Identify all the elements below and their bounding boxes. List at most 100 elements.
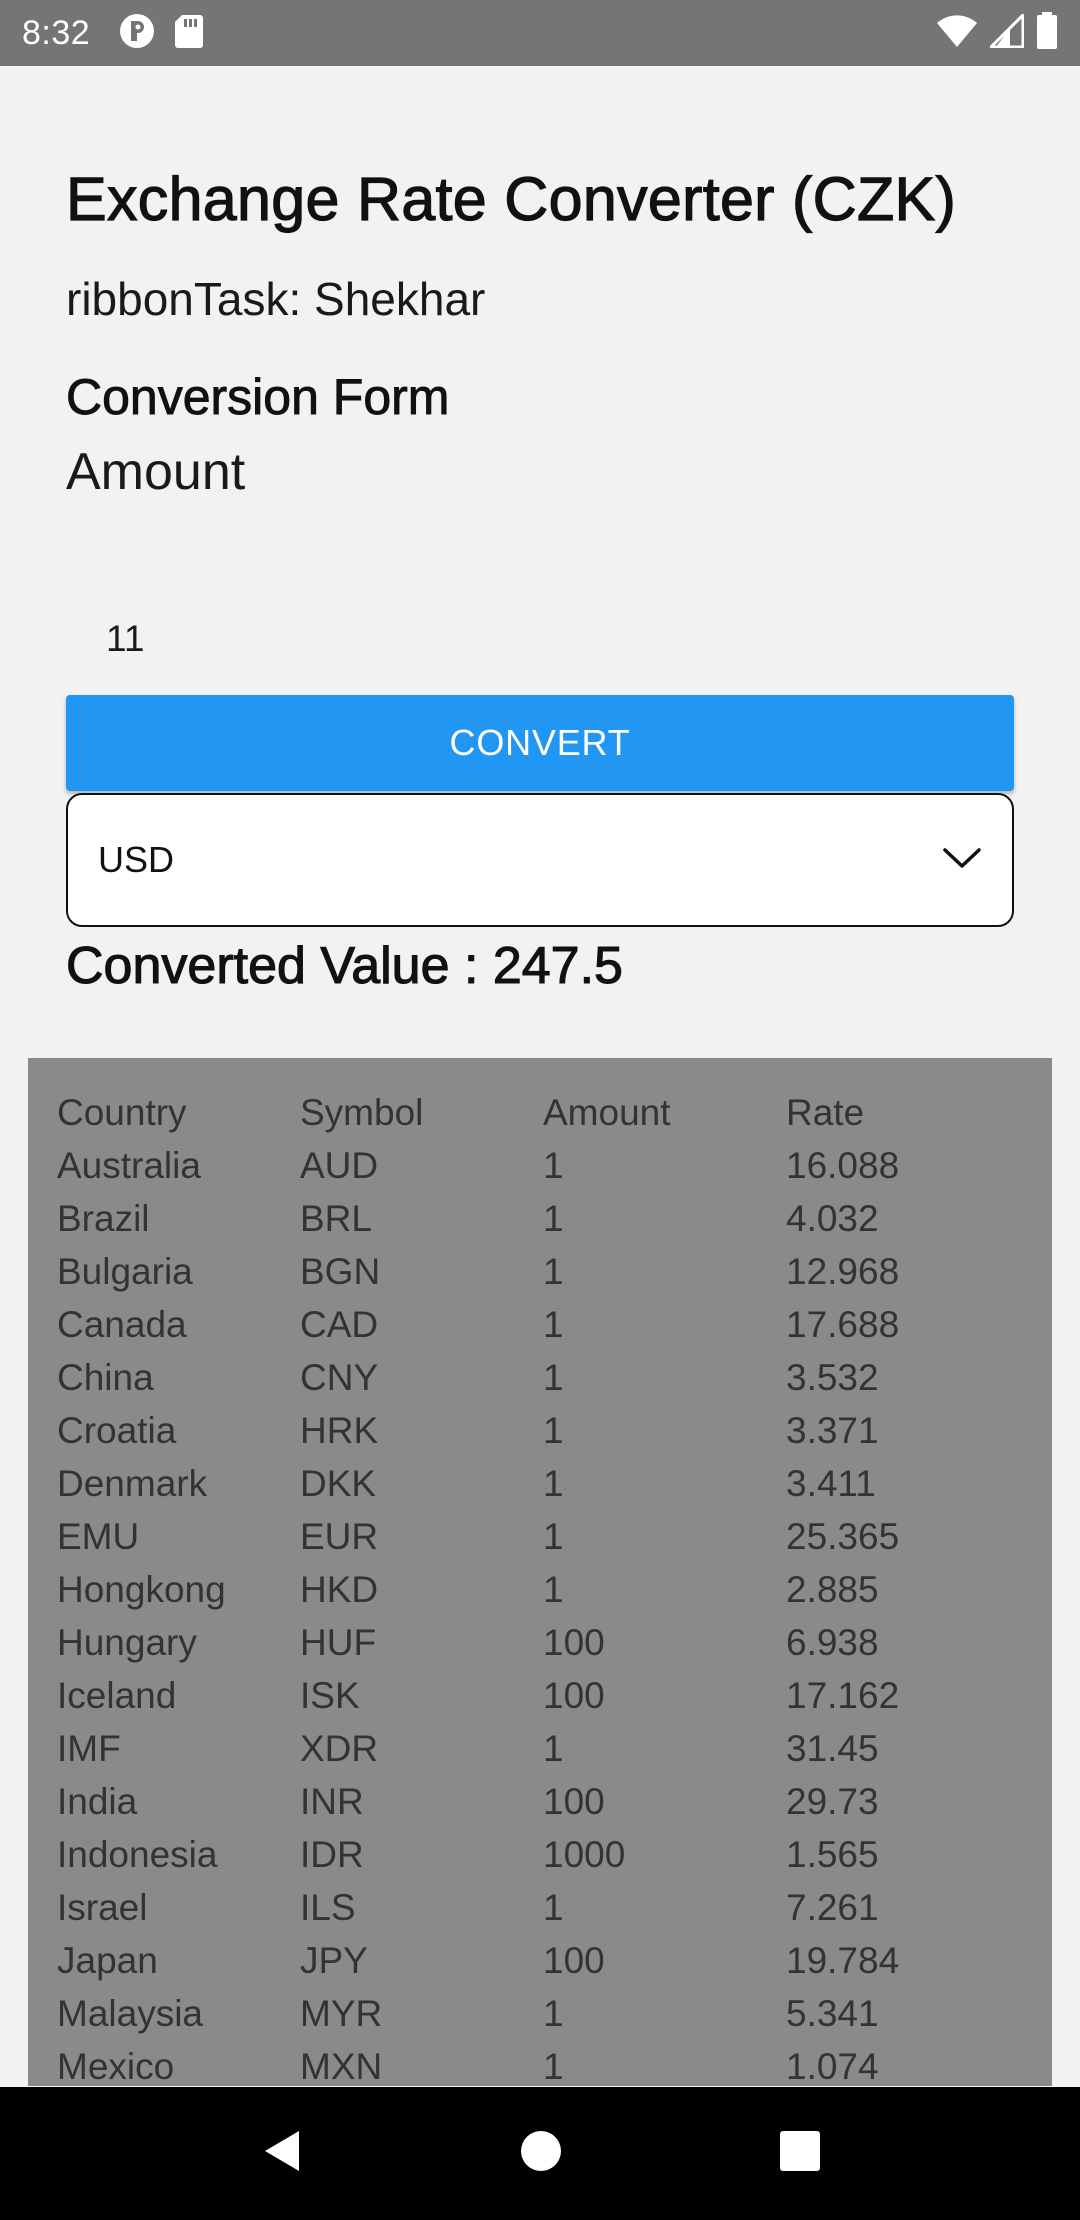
column-header-rate: Rate	[786, 1091, 865, 1133]
table-row: Hongkong HKD 1 2.885	[28, 1563, 1052, 1616]
cell-symbol: ILS	[300, 1886, 356, 1928]
table-row: Indonesia IDR 1000 1.565	[28, 1828, 1052, 1881]
cell-amount: 1	[543, 1992, 564, 2034]
table-row: India INR 100 29.73	[28, 1775, 1052, 1828]
table-header-row: Country Symbol Amount Rate	[28, 1086, 1052, 1139]
currency-dropdown[interactable]: USD	[66, 793, 1014, 927]
cell-rate: 19.784	[786, 1939, 900, 1981]
amount-input[interactable]	[66, 606, 1014, 672]
cell-symbol: DKK	[300, 1462, 377, 1504]
column-header-symbol: Symbol	[300, 1091, 424, 1133]
cell-country: Mexico	[57, 2045, 175, 2087]
cell-symbol: BRL	[300, 1197, 372, 1239]
cell-amount: 100	[543, 1621, 605, 1663]
cell-symbol: BGN	[300, 1250, 381, 1292]
cell-country: IMF	[57, 1727, 121, 1769]
cell-country: Indonesia	[57, 1833, 218, 1875]
cell-country: Canada	[57, 1303, 187, 1345]
table-row: IMF XDR 1 31.45	[28, 1722, 1052, 1775]
home-icon[interactable]	[520, 2130, 562, 2177]
cell-rate: 3.411	[786, 1462, 876, 1504]
cell-amount: 1000	[543, 1833, 626, 1875]
cell-country: Iceland	[57, 1674, 177, 1716]
table-row: Israel ILS 1 7.261	[28, 1881, 1052, 1934]
cell-amount: 1	[543, 1409, 564, 1451]
page-title: Exchange Rate Converter (CZK)	[65, 164, 957, 233]
amount-label: Amount	[66, 443, 246, 501]
cell-rate: 3.371	[786, 1409, 879, 1451]
cell-amount: 1	[543, 1568, 564, 1610]
cell-symbol: CNY	[300, 1356, 379, 1398]
cell-amount: 1	[543, 1462, 564, 1504]
cell-country: Malaysia	[57, 1992, 203, 2034]
cell-amount: 100	[543, 1674, 605, 1716]
cell-amount: 1	[543, 1250, 564, 1292]
cell-rate: 4.032	[786, 1197, 879, 1239]
cell-rate: 1.565	[786, 1833, 879, 1875]
cell-symbol: JPY	[300, 1939, 368, 1981]
cell-amount: 1	[543, 1197, 564, 1239]
cell-amount: 1	[543, 2045, 564, 2087]
cell-rate: 3.532	[786, 1356, 879, 1398]
cell-country: EMU	[57, 1515, 140, 1557]
table-row: Bulgaria BGN 1 12.968	[28, 1245, 1052, 1298]
cell-amount: 1	[543, 1356, 564, 1398]
table-row: Hungary HUF 100 6.938	[28, 1616, 1052, 1669]
column-header-amount: Amount	[543, 1091, 671, 1133]
battery-icon	[1036, 11, 1058, 55]
cell-symbol: CAD	[300, 1303, 379, 1345]
column-header-country: Country	[57, 1091, 187, 1133]
form-heading: Conversion Form	[66, 369, 450, 426]
cell-rate: 17.162	[786, 1674, 900, 1716]
cell-amount: 1	[543, 1727, 564, 1769]
cell-rate: 7.261	[786, 1886, 879, 1928]
cell-symbol: AUD	[300, 1144, 379, 1186]
cell-country: Hongkong	[57, 1568, 226, 1610]
table-row: Canada CAD 1 17.688	[28, 1298, 1052, 1351]
navigation-bar	[0, 2087, 1080, 2220]
main-content: Exchange Rate Converter (CZK) ribbonTask…	[0, 66, 1080, 2086]
cell-amount: 100	[543, 1780, 605, 1822]
cell-rate: 25.365	[786, 1515, 900, 1557]
cell-amount: 1	[543, 1515, 564, 1557]
table-row: Australia AUD 1 16.088	[28, 1139, 1052, 1192]
cell-rate: 12.968	[786, 1250, 900, 1292]
cell-rate: 6.938	[786, 1621, 879, 1663]
table-row: Denmark DKK 1 3.411	[28, 1457, 1052, 1510]
table-row: Brazil BRL 1 4.032	[28, 1192, 1052, 1245]
cell-rate: 31.45	[786, 1727, 879, 1769]
cell-country: Japan	[57, 1939, 158, 1981]
cell-amount: 1	[543, 1886, 564, 1928]
cell-country: Croatia	[57, 1409, 177, 1451]
rates-table[interactable]: Country Symbol Amount Rate Australia AUD 1…	[28, 1058, 1052, 2086]
cell-signal-icon	[987, 10, 1025, 53]
cell-country: Hungary	[57, 1621, 197, 1663]
cell-country: India	[57, 1780, 138, 1822]
currency-selected-value: USD	[98, 839, 175, 880]
cell-symbol: HKD	[300, 1568, 379, 1610]
table-row: Croatia HRK 1 3.371	[28, 1404, 1052, 1457]
cell-country: Denmark	[57, 1462, 208, 1504]
table-row: Iceland ISK 100 17.162	[28, 1669, 1052, 1722]
back-icon[interactable]	[259, 2127, 303, 2180]
cell-symbol: HUF	[300, 1621, 377, 1663]
cell-amount: 1	[543, 1144, 564, 1186]
cell-amount: 1	[543, 1303, 564, 1345]
cell-rate: 29.73	[786, 1780, 879, 1822]
app-notification-icon	[118, 12, 156, 55]
cell-rate: 1.074	[786, 2045, 879, 2087]
cell-country: Israel	[57, 1886, 148, 1928]
chevron-down-icon	[942, 846, 982, 875]
cell-rate: 2.885	[786, 1568, 879, 1610]
sd-card-icon	[174, 13, 204, 54]
table-row: Malaysia MYR 1 5.341	[28, 1987, 1052, 2040]
table-row: China CNY 1 3.532	[28, 1351, 1052, 1404]
cell-symbol: IDR	[300, 1833, 364, 1875]
cell-symbol: MXN	[300, 2045, 383, 2087]
cell-symbol: XDR	[300, 1727, 379, 1769]
cell-country: Brazil	[57, 1197, 150, 1239]
table-row: Japan JPY 100 19.784	[28, 1934, 1052, 1987]
cell-symbol: ISK	[300, 1674, 360, 1716]
convert-button[interactable]: CONVERT	[66, 695, 1014, 791]
recents-icon[interactable]	[779, 2130, 821, 2177]
